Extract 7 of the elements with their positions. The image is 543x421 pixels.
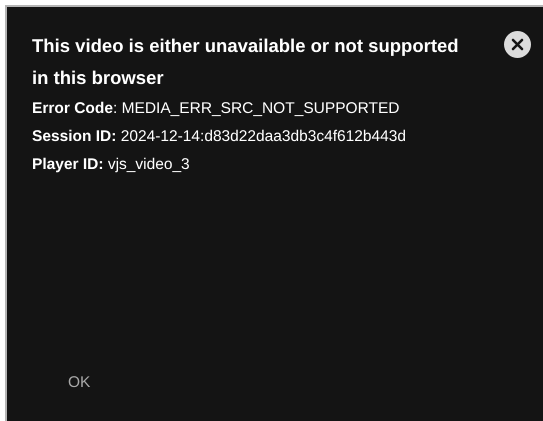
- error-detail: Player ID: vjs_video_3: [32, 155, 191, 175]
- close-button[interactable]: [504, 31, 531, 58]
- error-title: This video is either unavailable or not supported in this browser: [32, 34, 460, 90]
- close-icon: [511, 38, 524, 51]
- ok-button[interactable]: OK: [68, 373, 90, 393]
- error-detail: Error Code: MEDIA_ERR_SRC_NOT_SUPPORTED: [32, 99, 400, 119]
- error-detail: Session ID: 2024-12-14:d83d22daa3db3c4f612b443d: [32, 127, 408, 147]
